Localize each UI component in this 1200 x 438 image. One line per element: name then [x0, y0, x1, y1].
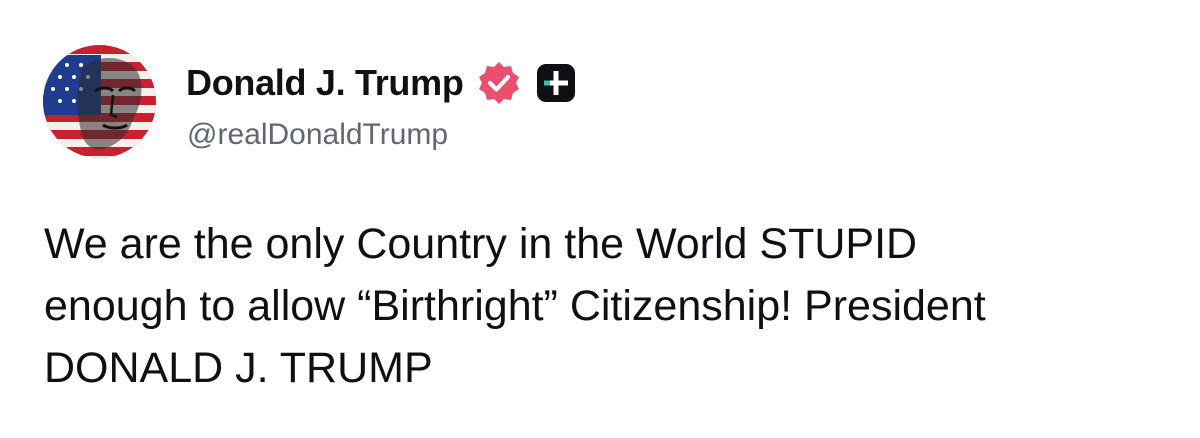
- author-display-name[interactable]: Donald J. Trump: [186, 62, 464, 104]
- post-card: Donald J. Trump @realDonaldTrump We are …: [0, 0, 1200, 438]
- post-body-text: We are the only Country in the World STU…: [44, 220, 986, 392]
- flag-portrait-avatar-icon: [43, 45, 156, 158]
- author-name-row: Donald J. Trump: [186, 58, 576, 108]
- plus-badge-icon: [536, 63, 576, 103]
- author-handle[interactable]: @realDonaldTrump: [187, 118, 448, 152]
- author-avatar[interactable]: [43, 45, 156, 158]
- verified-badge-icon: [476, 60, 522, 106]
